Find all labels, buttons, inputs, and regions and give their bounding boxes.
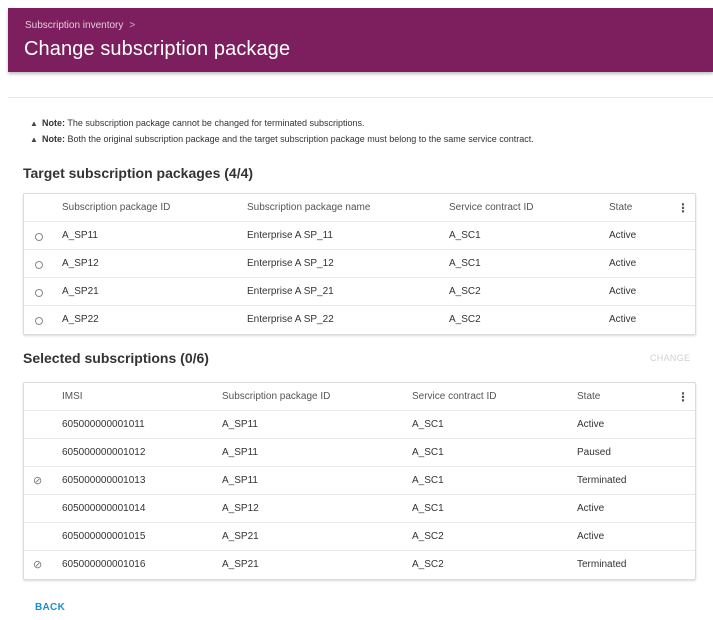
package-id-cell: A_SP11: [62, 230, 98, 241]
package-id-cell: A_SP22: [62, 314, 99, 325]
package-id-cell: A_SP11: [222, 419, 258, 430]
column-menu-icon[interactable]: ⋮: [677, 383, 689, 411]
table-row: ⊘ 605000000001013 A_SP11 A_SC1 Terminate…: [24, 467, 695, 495]
contract-id-cell: A_SC2: [412, 531, 444, 542]
table-row: 605000000001015 A_SP21 A_SC2 Active: [24, 523, 695, 551]
toolbar-strip: [8, 82, 713, 98]
target-packages-title: Target subscription packages (4/4): [23, 165, 254, 181]
contract-id-cell: A_SC1: [412, 503, 444, 514]
table-row[interactable]: A_SP11 Enterprise A SP_11 A_SC1 Active: [24, 222, 695, 250]
column-header-state[interactable]: State: [577, 383, 600, 411]
imsi-cell: 605000000001015: [62, 531, 146, 542]
package-id-cell: A_SP11: [222, 447, 258, 458]
package-id-cell: A_SP12: [62, 258, 99, 269]
column-header-package-id[interactable]: Subscription package ID: [62, 194, 170, 222]
contract-id-cell: A_SC2: [449, 314, 481, 325]
state-cell: Active: [577, 419, 605, 430]
note-terminated: ▲ Note: The subscription package cannot b…: [30, 115, 534, 131]
package-id-cell: A_SP21: [62, 286, 99, 297]
imsi-cell: 605000000001014: [62, 503, 146, 514]
contract-id-cell: A_SC2: [412, 559, 444, 570]
row-radio-button[interactable]: [35, 261, 43, 269]
contract-id-cell: A_SC2: [449, 286, 481, 297]
table-row[interactable]: A_SP22 Enterprise A SP_22 A_SC2 Active: [24, 306, 695, 334]
table-row: 605000000001012 A_SP11 A_SC1 Paused: [24, 439, 695, 467]
table-row: 605000000001014 A_SP12 A_SC1 Active: [24, 495, 695, 523]
column-header-state[interactable]: State: [609, 194, 632, 222]
state-cell: Active: [577, 531, 605, 542]
table-row[interactable]: A_SP12 Enterprise A SP_12 A_SC1 Active: [24, 250, 695, 278]
package-name-cell: Enterprise A SP_11: [247, 230, 333, 241]
state-cell: Paused: [577, 447, 611, 458]
column-header-package-name[interactable]: Subscription package name: [247, 194, 370, 222]
column-header-package-id[interactable]: Subscription package ID: [222, 383, 330, 411]
state-cell: Active: [609, 258, 637, 269]
selected-subscriptions-table: IMSI Subscription package ID Service con…: [23, 382, 696, 580]
row-radio-button[interactable]: [35, 317, 43, 325]
package-name-cell: Enterprise A SP_22: [247, 314, 334, 325]
state-cell: Terminated: [577, 559, 627, 570]
row-radio-button[interactable]: [35, 289, 43, 297]
imsi-cell: 605000000001016: [62, 559, 146, 570]
page-title: Change subscription package: [24, 38, 291, 60]
warning-icon: ▲: [30, 119, 38, 128]
contract-id-cell: A_SC1: [412, 419, 444, 430]
note-prefix: Note:: [42, 118, 65, 128]
note-same-contract: ▲ Note: Both the original subscription pa…: [30, 131, 534, 147]
blocked-icon: ⊘: [33, 559, 43, 571]
table-row[interactable]: A_SP21 Enterprise A SP_21 A_SC2 Active: [24, 278, 695, 306]
column-header-contract-id[interactable]: Service contract ID: [449, 194, 533, 222]
target-packages-table: Subscription package ID Subscription pac…: [23, 193, 696, 335]
note-text: Both the original subscription package a…: [67, 134, 534, 144]
package-id-cell: A_SP21: [222, 559, 259, 570]
table-header-row: IMSI Subscription package ID Service con…: [24, 383, 695, 411]
contract-id-cell: A_SC1: [412, 475, 444, 486]
table-row: 605000000001011 A_SP11 A_SC1 Active: [24, 411, 695, 439]
column-menu-icon[interactable]: ⋮: [677, 194, 689, 222]
contract-id-cell: A_SC1: [449, 258, 481, 269]
package-id-cell: A_SP11: [222, 475, 258, 486]
package-id-cell: A_SP12: [222, 503, 259, 514]
selected-subscriptions-title: Selected subscriptions (0/6): [23, 350, 209, 366]
warning-icon: ▲: [30, 135, 38, 144]
imsi-cell: 605000000001013: [62, 475, 146, 486]
note-prefix: Note:: [42, 134, 65, 144]
back-button[interactable]: BACK: [35, 602, 65, 613]
state-cell: Terminated: [577, 475, 627, 486]
breadcrumb-separator-icon: >: [129, 20, 136, 31]
note-text: The subscription package cannot be chang…: [67, 118, 365, 128]
breadcrumb-link-subscription-inventory[interactable]: Subscription inventory: [25, 20, 123, 31]
row-radio-button[interactable]: [35, 233, 43, 241]
change-button[interactable]: CHANGE: [650, 353, 690, 363]
page-header: Subscription inventory > Change subscript…: [8, 8, 713, 72]
column-header-contract-id[interactable]: Service contract ID: [412, 383, 496, 411]
table-header-row: Subscription package ID Subscription pac…: [24, 194, 695, 222]
notes: ▲ Note: The subscription package cannot b…: [30, 115, 534, 147]
state-cell: Active: [609, 286, 637, 297]
package-name-cell: Enterprise A SP_21: [247, 286, 334, 297]
contract-id-cell: A_SC1: [412, 447, 444, 458]
table-row: ⊘ 605000000001016 A_SP21 A_SC2 Terminate…: [24, 551, 695, 579]
column-header-imsi[interactable]: IMSI: [62, 383, 83, 411]
imsi-cell: 605000000001012: [62, 447, 146, 458]
blocked-icon: ⊘: [33, 475, 43, 487]
package-name-cell: Enterprise A SP_12: [247, 258, 334, 269]
imsi-cell: 605000000001011: [62, 419, 145, 430]
breadcrumb: Subscription inventory >: [25, 20, 135, 31]
state-cell: Active: [577, 503, 605, 514]
contract-id-cell: A_SC1: [449, 230, 481, 241]
state-cell: Active: [609, 314, 637, 325]
package-id-cell: A_SP21: [222, 531, 259, 542]
state-cell: Active: [609, 230, 637, 241]
